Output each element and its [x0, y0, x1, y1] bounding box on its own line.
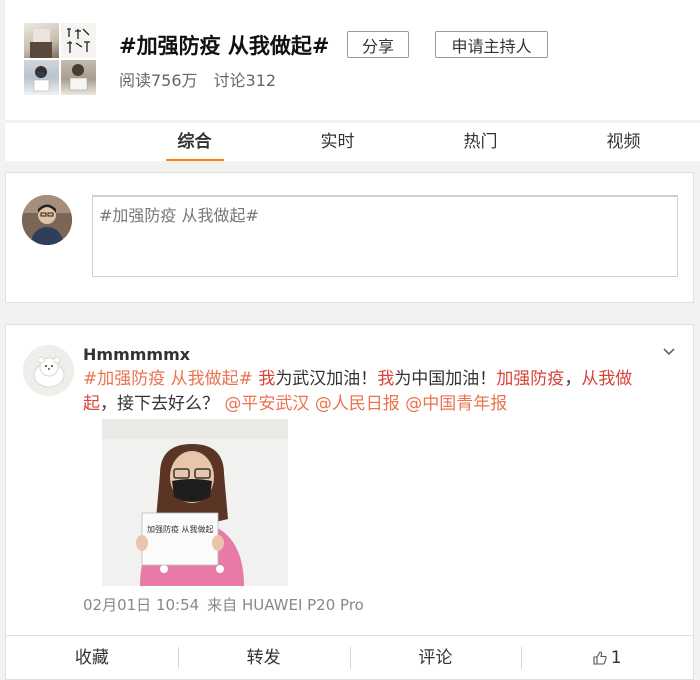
cover-photo-1: [24, 23, 59, 58]
author-name[interactable]: Hmmmmmx: [83, 345, 190, 364]
mention-link[interactable]: @平安武汉: [224, 394, 309, 414]
discussion-count: 讨论312: [213, 71, 277, 90]
thumbs-up-icon: [593, 650, 607, 665]
post-text-segment: ，接下去好么？: [100, 394, 225, 414]
tab-comprehensive[interactable]: 综合: [123, 123, 266, 161]
post-actions: 收藏 转发 评论 1: [6, 635, 693, 679]
author-avatar[interactable]: [23, 345, 74, 396]
feed-tabs: 综合 实时 热门 视频: [5, 123, 700, 161]
mention-link[interactable]: @人民日报: [315, 394, 400, 414]
post-hashtag-link[interactable]: #加强防疫 从我做起#: [83, 369, 253, 389]
photo-sign-text: 加强防疫 从我做起: [147, 524, 214, 534]
post-text-highlight: 我: [377, 369, 395, 389]
cover-photo-3: [24, 60, 59, 95]
post-composer: #加强防疫 从我做起#: [5, 172, 694, 303]
topic-header: #加强防疫 从我做起# 分享 申请主持人 阅读756万 讨论312: [5, 0, 700, 120]
topic-stats: 阅读756万 讨论312: [119, 67, 276, 91]
post-text: #加强防疫 从我做起# 我为武汉加油！我为中国加油！加强防疫，从我做起，接下去好…: [83, 367, 663, 417]
tab-video[interactable]: 视频: [552, 123, 695, 161]
topic-cover-image: [24, 23, 96, 95]
read-count: 阅读756万: [119, 71, 198, 90]
share-button[interactable]: 分享: [347, 31, 409, 58]
like-count: 1: [610, 647, 622, 668]
post-text-segment: ，: [564, 369, 582, 389]
post-time[interactable]: 02月01日 10:54: [83, 596, 199, 614]
post-meta: 02月01日 10:54 来自 HUAWEI P20 Pro: [83, 594, 364, 615]
topic-title: #加强防疫 从我做起#: [119, 34, 330, 58]
cover-photo-4: [61, 60, 96, 95]
comment-button[interactable]: 评论: [349, 646, 522, 669]
tab-realtime[interactable]: 实时: [266, 123, 409, 161]
post-text-segment: 为武汉加油！: [275, 369, 378, 389]
like-button[interactable]: 1: [521, 646, 693, 669]
my-avatar[interactable]: [22, 195, 72, 245]
favorite-button[interactable]: 收藏: [6, 647, 178, 669]
post-card: Hmmmmmx #加强防疫 从我做起# 我为武汉加油！我为中国加油！加强防疫，从…: [5, 324, 694, 680]
post-text-highlight: 我: [258, 369, 276, 389]
post-source: 来自 HUAWEI P20 Pro: [207, 596, 364, 614]
repost-button[interactable]: 转发: [177, 646, 350, 669]
apply-host-button[interactable]: 申请主持人: [435, 31, 548, 58]
compose-input[interactable]: #加强防疫 从我做起#: [92, 195, 678, 277]
mention-link[interactable]: @中国青年报: [405, 394, 507, 414]
tab-hot[interactable]: 热门: [409, 123, 552, 161]
post-text-highlight: 加强防疫: [496, 369, 565, 389]
chevron-down-icon[interactable]: [662, 345, 676, 359]
cover-photo-2: [61, 23, 96, 58]
post-text-segment: 为中国加油！: [394, 369, 497, 389]
post-photo[interactable]: 加强防疫 从我做起: [102, 419, 288, 586]
